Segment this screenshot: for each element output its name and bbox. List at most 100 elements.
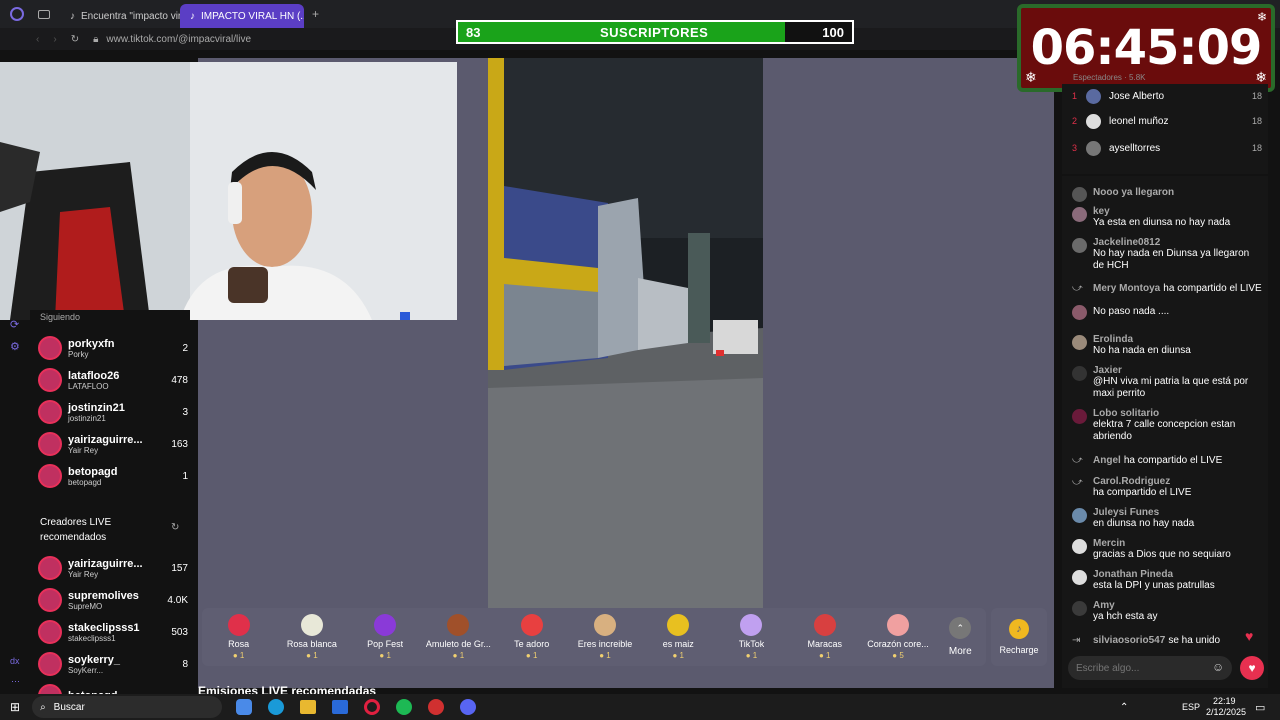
app-icon[interactable] xyxy=(428,699,445,715)
gift-item[interactable]: Corazón core... ● 5 xyxy=(862,614,934,660)
settings-icon[interactable]: ⚙ xyxy=(10,340,20,353)
avatar xyxy=(38,588,62,612)
recharge-button[interactable]: ♪ Recharge xyxy=(991,608,1047,666)
gift-icon xyxy=(667,614,690,636)
url-field[interactable]: www.tiktok.com/@impacviral/live xyxy=(106,34,251,45)
avatar xyxy=(38,556,62,580)
reload-icon[interactable]: ↻ xyxy=(71,34,79,45)
top-viewer-row[interactable]: 3 ayselltorres 18 xyxy=(1072,139,1262,157)
gift-item[interactable]: Rosa blanca ● 1 xyxy=(276,614,348,660)
avatar xyxy=(1086,113,1101,129)
wifi-icon[interactable]: ⌃ xyxy=(1120,702,1128,713)
avatar xyxy=(1072,508,1087,523)
new-tab-button[interactable]: + xyxy=(312,7,319,21)
gift-cost: ● 1 xyxy=(306,651,318,660)
gift-icon xyxy=(813,614,836,636)
gift-item[interactable]: Rosa ● 1 xyxy=(203,614,275,660)
lock-icon: 🔒︎ xyxy=(93,33,99,45)
sidebar-creator-item[interactable]: yairizaguirre... Yair Rey 157 xyxy=(38,554,188,582)
clock-date[interactable]: 2/12/2025 xyxy=(1206,707,1246,717)
more-icon[interactable]: ⋯ xyxy=(11,676,20,687)
avatar xyxy=(1072,207,1087,222)
search-icon: ⌕ xyxy=(40,701,46,713)
gift-item[interactable]: Eres increible ● 1 xyxy=(569,614,641,660)
refresh-icon[interactable]: ↻ xyxy=(171,522,179,533)
recharge-label: Recharge xyxy=(999,645,1039,655)
gift-icon xyxy=(740,614,763,636)
join-icon: ⇥ xyxy=(1072,635,1081,646)
chat-message: Mercin gracias a Dios que no sequiaro xyxy=(1072,538,1262,561)
copilot-icon[interactable] xyxy=(236,699,253,715)
streamer-webcam-image xyxy=(0,62,457,320)
subscriber-goal-bar: 83 SUSCRIPTORES 100 xyxy=(456,20,854,44)
sidebar-creator-item[interactable]: latafloo26 LATAFLOO 478 xyxy=(38,366,188,394)
avatar xyxy=(1072,238,1087,253)
chat-message: Erolinda No ha nada en diunsa xyxy=(1072,334,1262,357)
top-viewer-row[interactable]: 2 leonel muñoz 18 xyxy=(1072,112,1262,130)
discord-icon[interactable] xyxy=(460,699,477,715)
gift-cost: ● 1 xyxy=(672,651,684,660)
gift-item[interactable]: Amuleto de Gr... ● 1 xyxy=(422,614,494,660)
gift-more-button[interactable]: ⌃ More xyxy=(935,617,985,657)
tab-live-label: IMPACTO VIRAL HN (... xyxy=(201,10,304,22)
sidebar-creator-item[interactable]: jostinzin21 jostinzin21 3 xyxy=(38,398,188,426)
gift-cost: ● 1 xyxy=(232,651,245,660)
avatar xyxy=(1072,539,1087,554)
avatar xyxy=(1072,366,1087,381)
gift-item[interactable]: Pop Fest ● 1 xyxy=(349,614,421,660)
clock-time[interactable]: 22:19 xyxy=(1213,696,1236,706)
live-video[interactable] xyxy=(488,58,763,608)
like-button[interactable]: ♥ xyxy=(1240,656,1264,680)
sidebar-creator-item[interactable]: porkyxfn Porky 2 xyxy=(38,334,188,362)
gift-icon xyxy=(300,614,323,636)
gift-icon xyxy=(520,614,543,636)
browser-logo-icon[interactable] xyxy=(10,7,24,21)
dx-icon[interactable]: dx xyxy=(10,656,20,666)
chat-message: No paso nada .... xyxy=(1072,304,1262,320)
webcam-overlay xyxy=(0,62,457,320)
chat-message: Lobo solitario elektra 7 calle concepcion… xyxy=(1072,408,1262,443)
gift-icon xyxy=(447,614,470,636)
chat-input[interactable] xyxy=(1068,656,1232,680)
mail-icon[interactable] xyxy=(332,700,349,714)
notification-icon[interactable]: ▭ xyxy=(1255,701,1265,714)
chat-message: Jonathan Pineda esta la DPI y unas patrul… xyxy=(1072,569,1262,592)
sidebar-creator-item[interactable]: soykerry_ SoyKerr... 8 xyxy=(38,650,188,678)
opera-icon[interactable] xyxy=(364,699,381,715)
tab-search[interactable]: ♪ Encuentra "impacto viral" xyxy=(60,4,180,28)
viewers-count: Espectadores · 5.8K xyxy=(1073,73,1146,82)
taskbar-search[interactable]: ⌕ Buscar xyxy=(32,696,223,718)
taskbar-search-label: Buscar xyxy=(53,701,85,713)
timer-value: 06:45:09 xyxy=(1030,20,1263,76)
gift-icon xyxy=(227,614,250,636)
tab-overview-icon[interactable] xyxy=(38,9,50,19)
explorer-icon[interactable] xyxy=(300,700,317,714)
top-viewer-row[interactable]: 1 Jose Alberto 18 xyxy=(1072,87,1262,105)
gift-item[interactable]: es maiz ● 1 xyxy=(642,614,714,660)
back-icon[interactable]: ‹ xyxy=(36,34,39,45)
sidebar-creator-item[interactable]: betopagd betopagd 1 xyxy=(38,462,188,490)
gift-item[interactable]: Te adoro ● 1 xyxy=(496,614,568,660)
gift-cost: ● 1 xyxy=(452,651,465,660)
subs-goal: 100 xyxy=(822,24,844,40)
top-viewers-list: 1 Jose Alberto 18 2 leonel muñoz 18 3 ay… xyxy=(1062,84,1268,174)
gift-item[interactable]: Maracas ● 1 xyxy=(789,614,861,660)
lang-indicator[interactable]: ESP xyxy=(1182,702,1200,712)
avatar xyxy=(1072,305,1087,320)
sidebar-creator-item[interactable]: supremolives SupreMO 4.0K xyxy=(38,586,188,614)
sidebar-creator-item[interactable]: stakeclipsss1 stakeclipsss1 503 xyxy=(38,618,188,646)
snowflake-icon: ❄ xyxy=(1025,69,1037,85)
countdown-timer: 06:45:09 Espectadores · 5.8K ❄ ❄ ❄ xyxy=(1017,4,1275,92)
forward-icon[interactable]: › xyxy=(53,34,56,45)
gift-bar: Rosa ● 1 Rosa blanca ● 1 Pop Fest ● 1 Amuleto … xyxy=(202,608,986,666)
gift-item[interactable]: TikTok ● 1 xyxy=(715,614,787,660)
windows-start-icon[interactable]: ⊞ xyxy=(10,700,20,714)
spotify-icon[interactable] xyxy=(396,699,413,715)
sidebar-creator-item[interactable]: yairizaguirre... Yair Rey 163 xyxy=(38,430,188,458)
avatar xyxy=(38,368,62,392)
emoji-icon[interactable]: ☺ xyxy=(1212,660,1224,674)
tab-live[interactable]: ♪ IMPACTO VIRAL HN (... xyxy=(180,4,304,28)
avatar xyxy=(1086,88,1101,104)
edge-icon[interactable] xyxy=(268,699,285,715)
heart-icon[interactable]: ♥ xyxy=(1245,628,1253,644)
